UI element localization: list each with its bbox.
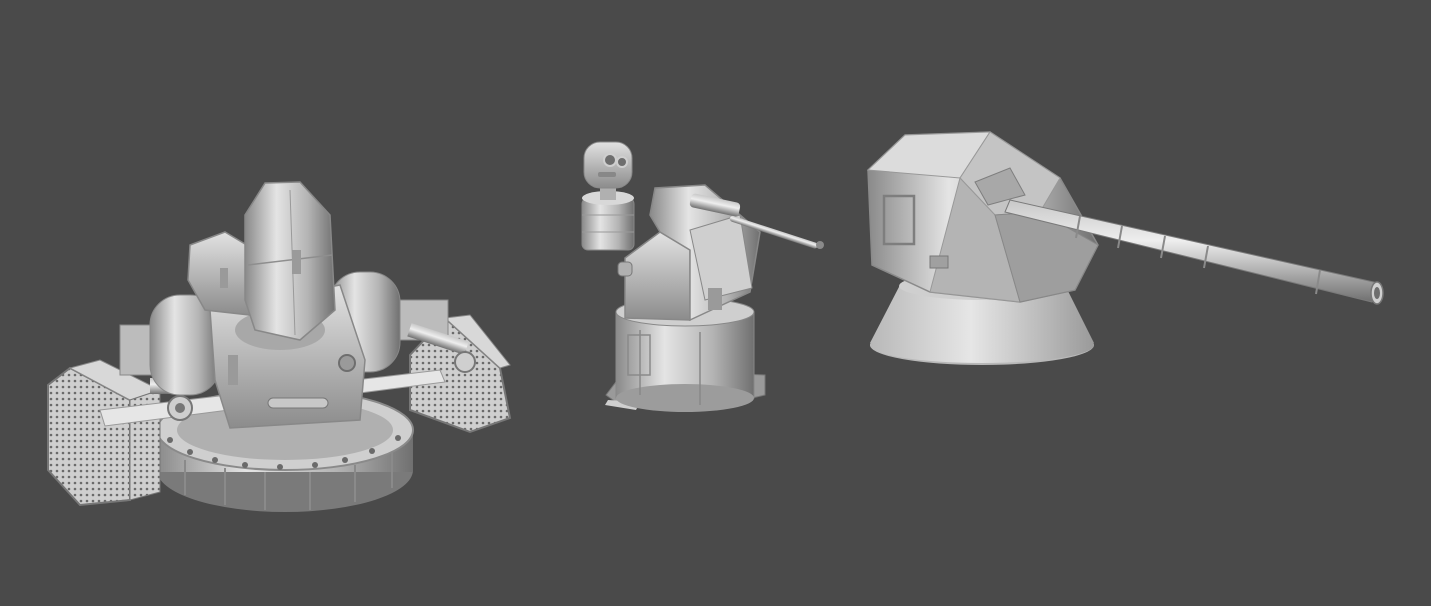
rws-sensor-mast <box>581 182 635 251</box>
camera-head <box>583 141 633 189</box>
remote-weapon-station <box>581 141 824 412</box>
left-missile-pod <box>47 359 162 507</box>
render-canvas <box>47 131 1384 512</box>
naval-gun-turret <box>866 131 1384 365</box>
missile-launcher-turret <box>47 181 512 512</box>
3d-viewport[interactable] <box>0 0 1431 606</box>
